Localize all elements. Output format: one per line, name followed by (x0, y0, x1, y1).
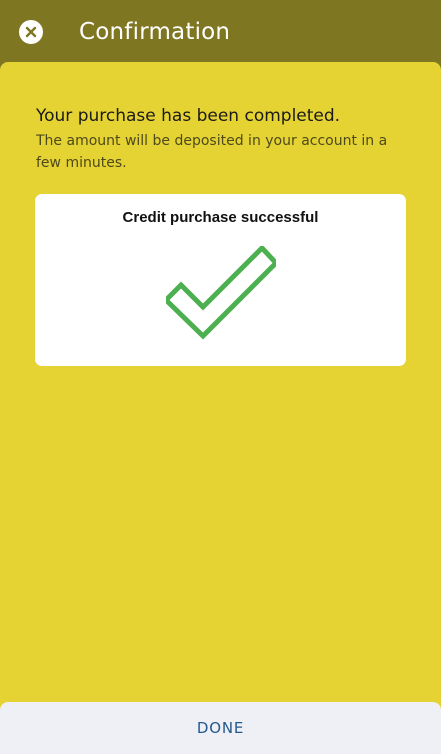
app-bar: Confirmation (0, 0, 441, 64)
success-card: Credit purchase successful (35, 194, 406, 366)
close-icon (25, 26, 37, 38)
confirmation-headline: Your purchase has been completed. (36, 106, 341, 126)
close-button[interactable] (19, 20, 43, 44)
success-card-title: Credit purchase successful (122, 209, 319, 226)
footer-bar: DONE (0, 702, 441, 754)
confirmation-subtext: The amount will be deposited in your acc… (36, 133, 388, 171)
page-title: Confirmation (79, 19, 231, 45)
checkmark-icon (166, 246, 276, 340)
done-button[interactable]: DONE (0, 702, 441, 754)
